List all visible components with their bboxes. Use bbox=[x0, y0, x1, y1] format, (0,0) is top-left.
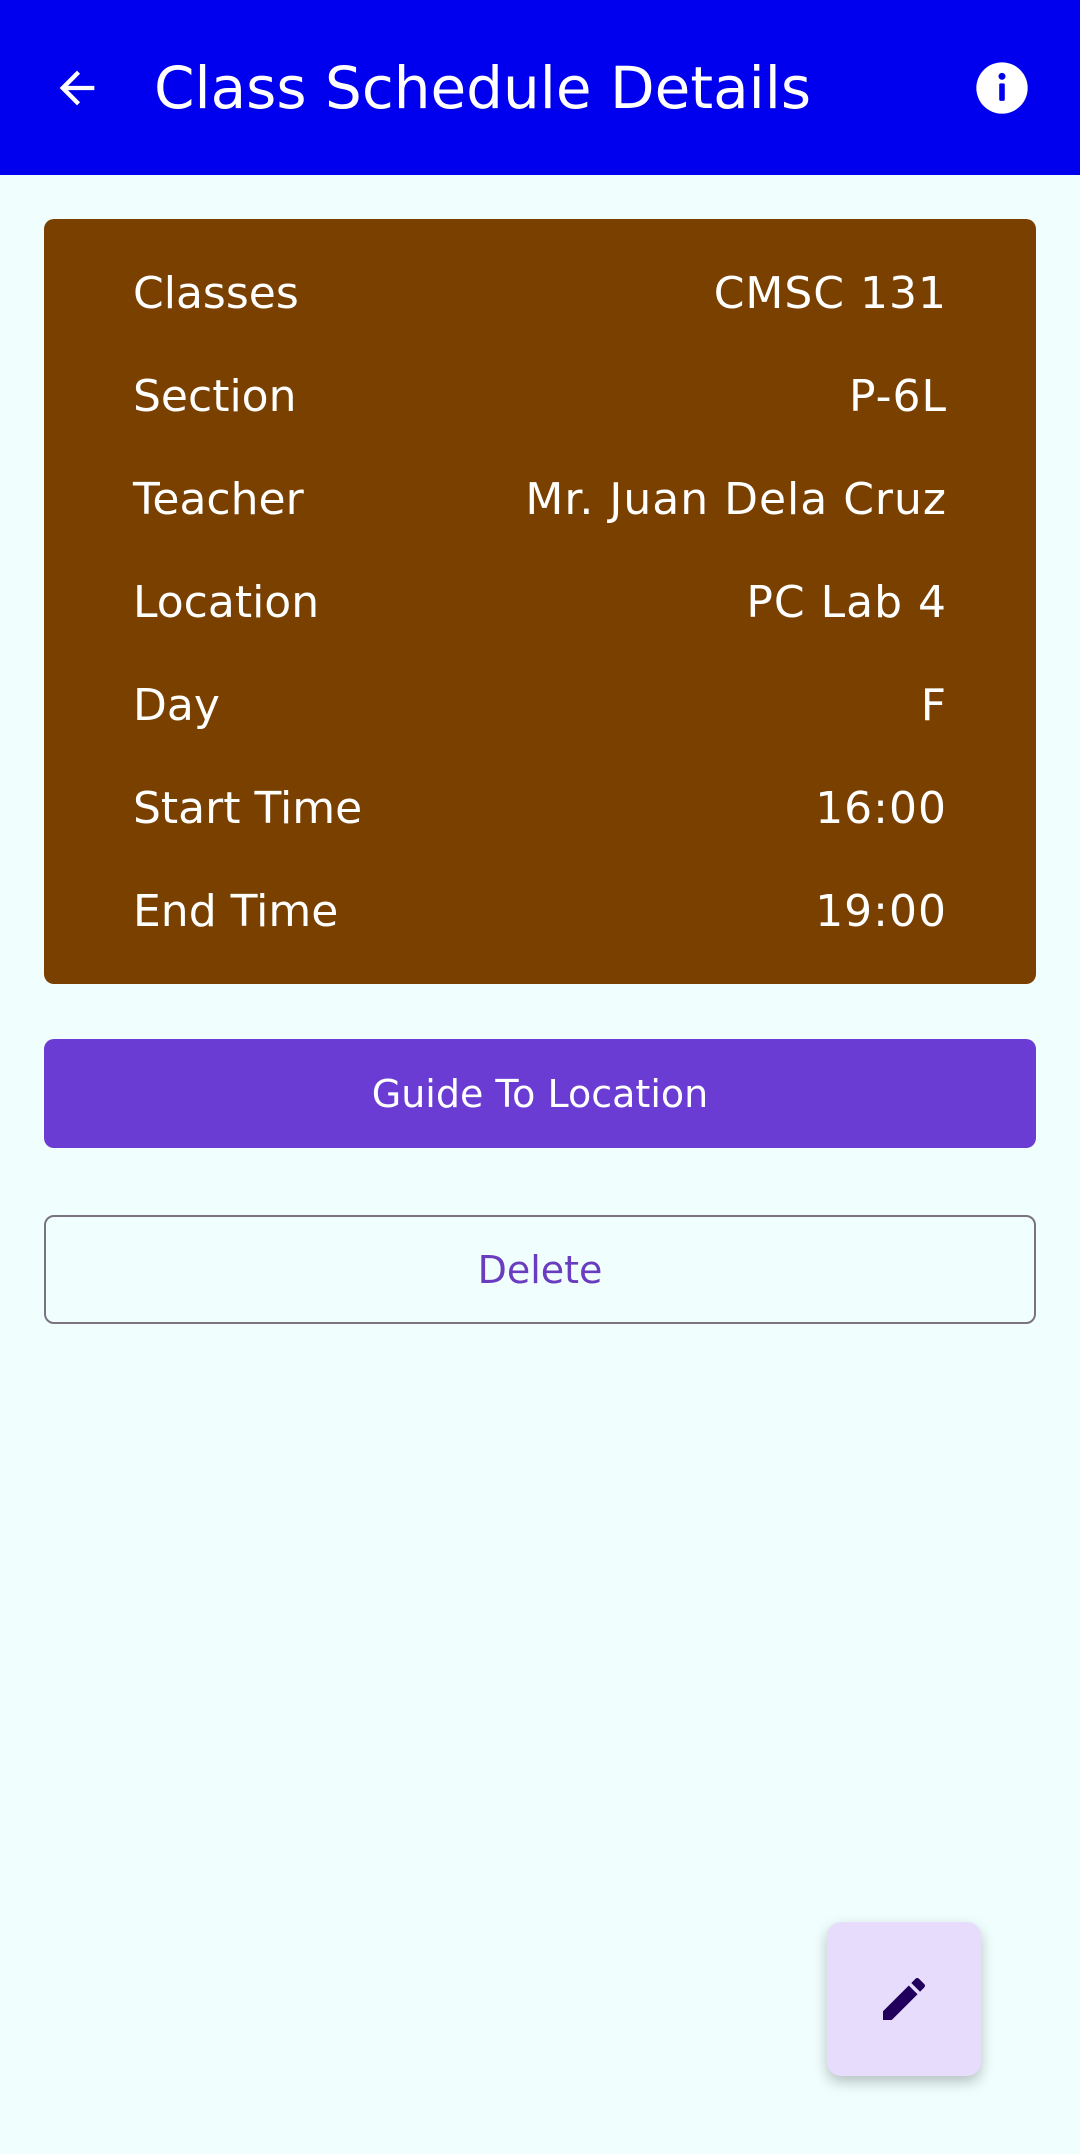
arrow-left-icon bbox=[59, 70, 95, 106]
detail-label: Day bbox=[133, 679, 220, 731]
detail-row-start-time: Start Time 16:00 bbox=[133, 768, 947, 848]
detail-value: CMSC 131 bbox=[713, 267, 947, 319]
detail-value: F bbox=[920, 679, 947, 731]
detail-label: Section bbox=[133, 370, 297, 422]
guide-to-location-button[interactable]: Guide To Location bbox=[44, 1039, 1036, 1148]
detail-label: Classes bbox=[133, 267, 299, 319]
info-button[interactable] bbox=[969, 55, 1035, 121]
detail-row-day: Day F bbox=[133, 665, 947, 745]
detail-label: Teacher bbox=[133, 473, 304, 525]
page-title: Class Schedule Details bbox=[154, 54, 812, 122]
back-button[interactable] bbox=[44, 50, 110, 126]
detail-label: End Time bbox=[133, 885, 339, 937]
detail-value: P-6L bbox=[849, 370, 947, 422]
schedule-details-card: Classes CMSC 131 Section P-6L Teacher Mr… bbox=[44, 219, 1036, 984]
delete-button[interactable]: Delete bbox=[44, 1215, 1036, 1324]
edit-fab[interactable] bbox=[827, 1922, 981, 2076]
info-icon bbox=[976, 62, 1028, 114]
detail-label: Start Time bbox=[133, 782, 363, 834]
detail-value: 19:00 bbox=[815, 885, 947, 937]
app-bar: Class Schedule Details bbox=[0, 0, 1080, 175]
detail-value: 16:00 bbox=[815, 782, 947, 834]
detail-row-location: Location PC Lab 4 bbox=[133, 562, 947, 642]
detail-value: PC Lab 4 bbox=[746, 576, 947, 628]
detail-value: Mr. Juan Dela Cruz bbox=[525, 473, 947, 525]
detail-label: Location bbox=[133, 576, 320, 628]
pencil-icon bbox=[883, 1977, 926, 2020]
detail-row-teacher: Teacher Mr. Juan Dela Cruz bbox=[133, 459, 947, 539]
detail-row-section: Section P-6L bbox=[133, 356, 947, 436]
detail-row-end-time: End Time 19:00 bbox=[133, 871, 947, 951]
detail-row-classes: Classes CMSC 131 bbox=[133, 253, 947, 333]
